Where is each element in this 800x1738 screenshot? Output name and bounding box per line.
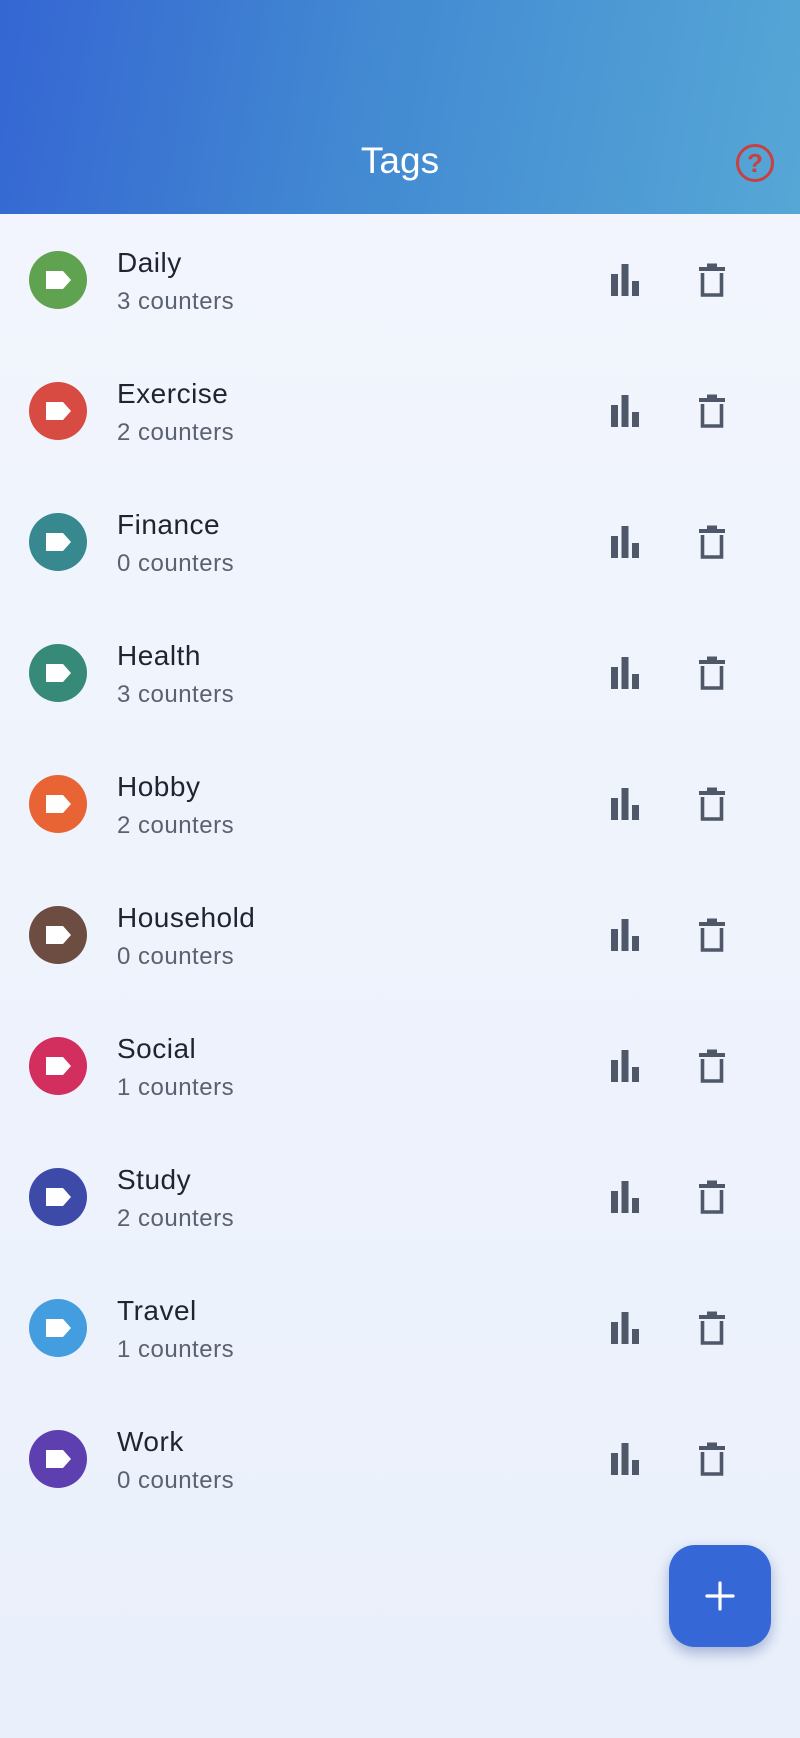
trash-icon [699,394,725,428]
tag-count: 1 counters [117,1336,235,1363]
tag-avatar [29,644,87,702]
tag-stats-button[interactable] [605,1439,645,1479]
tag-row[interactable]: Daily 3 counters [0,214,800,345]
tag-count: 2 counters [117,812,235,839]
trash-icon [699,918,725,952]
tag-name: Study [117,1164,192,1195]
tag-avatar [29,513,87,571]
trash-icon [699,1049,725,1083]
trash-icon [699,263,725,297]
tag-row[interactable]: Hobby 2 counters [0,738,800,869]
bar-chart-icon [611,264,639,296]
tag-row[interactable]: Social 1 counters [0,1000,800,1131]
tag-count: 3 counters [117,288,235,315]
bar-chart-icon [611,1050,639,1082]
trash-icon [699,1442,725,1476]
tag-avatar [29,1430,87,1488]
tag-delete-button[interactable] [692,1306,732,1350]
tag-count: 1 counters [117,1074,235,1101]
trash-icon [699,525,725,559]
app-header: Tags ? [0,0,800,214]
tag-count: 3 counters [117,681,235,708]
bar-chart-icon [611,395,639,427]
tag-name: Social [117,1033,197,1064]
trash-icon [699,1180,725,1214]
tag-avatar [29,906,87,964]
tag-delete-button[interactable] [692,782,732,826]
bar-chart-icon [611,1181,639,1213]
label-icon [46,1057,71,1075]
tag-row[interactable]: Work 0 counters [0,1393,800,1524]
tag-name: Household [117,902,256,933]
tag-name: Hobby [117,771,201,802]
tag-row[interactable]: Household 0 counters [0,869,800,1000]
trash-icon [699,787,725,821]
label-icon [46,402,71,420]
tag-row[interactable]: Study 2 counters [0,1131,800,1262]
tag-stats-button[interactable] [605,784,645,824]
tag-name: Finance [117,509,221,540]
tag-list: Daily 3 counters Exercise 2 counters Finance… [0,214,800,1524]
bar-chart-icon [611,1443,639,1475]
tag-count: 0 counters [117,1467,235,1494]
tag-delete-button[interactable] [692,1437,732,1481]
bar-chart-icon [611,788,639,820]
tag-count: 0 counters [117,550,235,577]
trash-icon [699,656,725,690]
tag-name: Work [117,1426,184,1457]
bar-chart-icon [611,526,639,558]
label-icon [46,926,71,944]
bar-chart-icon [611,1312,639,1344]
tag-name: Exercise [117,378,229,409]
bar-chart-icon [611,919,639,951]
tag-avatar [29,775,87,833]
tag-avatar [29,251,87,309]
tag-avatar [29,1299,87,1357]
tag-stats-button[interactable] [605,1177,645,1217]
label-icon [46,664,71,682]
tag-count: 2 counters [117,1205,235,1232]
tag-delete-button[interactable] [692,1175,732,1219]
tag-stats-button[interactable] [605,653,645,693]
help-icon[interactable]: ? [736,144,774,182]
tag-delete-button[interactable] [692,1044,732,1088]
tag-avatar [29,1037,87,1095]
tag-delete-button[interactable] [692,913,732,957]
bar-chart-icon [611,657,639,689]
tag-avatar [29,382,87,440]
add-tag-button[interactable] [669,1545,771,1647]
tag-stats-button[interactable] [605,260,645,300]
tag-row[interactable]: Exercise 2 counters [0,345,800,476]
tag-count: 2 counters [117,419,235,446]
tag-stats-button[interactable] [605,1046,645,1086]
label-icon [46,1450,71,1468]
tag-name: Daily [117,247,182,278]
tag-stats-button[interactable] [605,391,645,431]
tag-avatar [29,1168,87,1226]
label-icon [46,533,71,551]
label-icon [46,271,71,289]
label-icon [46,1188,71,1206]
trash-icon [699,1311,725,1345]
label-icon [46,1319,71,1337]
tag-delete-button[interactable] [692,258,732,302]
page-title: Tags [360,140,440,181]
tag-delete-button[interactable] [692,520,732,564]
tag-stats-button[interactable] [605,522,645,562]
tag-row[interactable]: Health 3 counters [0,607,800,738]
tag-count: 0 counters [117,943,235,970]
tag-name: Health [117,640,201,671]
tag-delete-button[interactable] [692,389,732,433]
tag-stats-button[interactable] [605,1308,645,1348]
tag-name: Travel [117,1295,197,1326]
label-icon [46,795,71,813]
tag-delete-button[interactable] [692,651,732,695]
tag-row[interactable]: Finance 0 counters [0,476,800,607]
plus-icon [705,1581,735,1611]
tag-row[interactable]: Travel 1 counters [0,1262,800,1393]
tag-stats-button[interactable] [605,915,645,955]
